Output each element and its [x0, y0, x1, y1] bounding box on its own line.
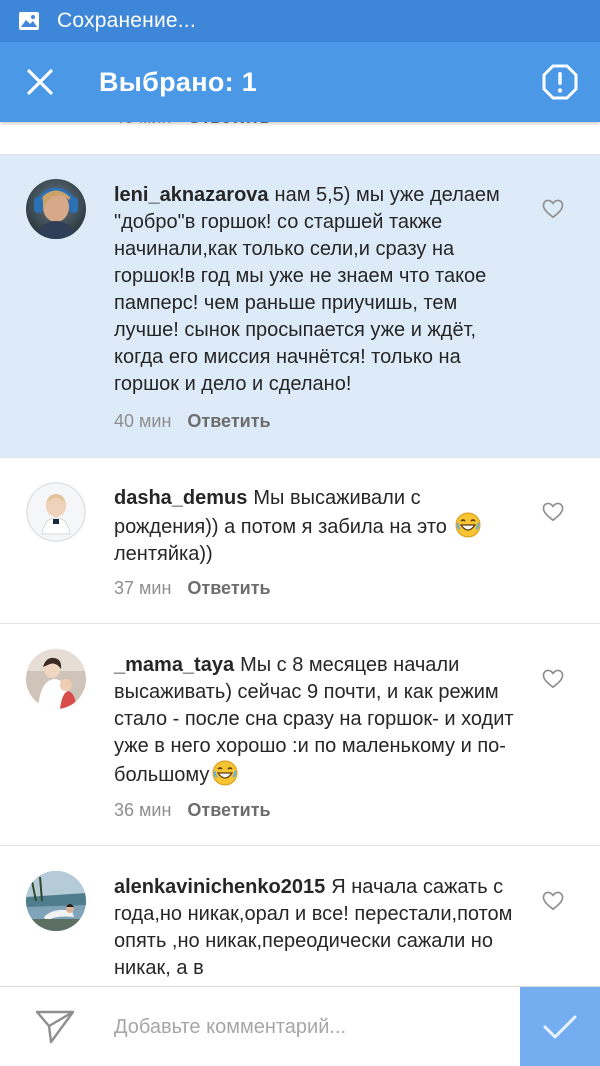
status-text: Сохранение... [57, 9, 196, 32]
comment-item-selected[interactable]: leni_aknazarova нам 5,5) мы уже делаем "д… [0, 155, 600, 458]
comment-time: 40 мин [114, 411, 172, 431]
status-bar: Сохранение... [0, 0, 600, 42]
comment-time: 37 мин [114, 578, 172, 598]
comment-username[interactable]: leni_aknazarova [114, 184, 269, 206]
like-heart-icon[interactable] [542, 669, 564, 689]
comment-username[interactable]: dasha_demus [114, 487, 247, 509]
comment-item[interactable]: _mama_taya Мы с 8 месяцев начали высажива… [0, 625, 600, 846]
comment-list[interactable]: 40 мин Ответить [0, 0, 600, 1066]
comments-screen: 40 мин Ответить [0, 0, 600, 1066]
comment-text: dasha_demus Мы высаживали с рождения)) а … [114, 485, 516, 568]
comment-text: alenkavinichenko2015 Я начала сажать с го… [114, 874, 516, 982]
like-heart-icon[interactable] [542, 199, 564, 219]
close-button[interactable] [12, 54, 68, 110]
check-icon [543, 1015, 577, 1039]
comment-item[interactable]: dasha_demus Мы высаживали с рождения)) а … [0, 458, 600, 624]
laughing-emoji-icon [455, 512, 481, 538]
avatar[interactable] [26, 649, 86, 709]
comment-text: _mama_taya Мы с 8 месяцев начали высажива… [114, 652, 516, 789]
image-icon [19, 12, 39, 30]
close-icon [27, 69, 53, 95]
like-heart-icon[interactable] [542, 891, 564, 911]
comment-time: 36 мин [114, 800, 172, 820]
report-button[interactable] [540, 62, 580, 102]
reply-button[interactable]: Ответить [187, 411, 270, 432]
avatar[interactable] [26, 871, 86, 931]
avatar[interactable] [26, 179, 86, 239]
like-heart-icon[interactable] [542, 502, 564, 522]
comment-text: leni_aknazarova нам 5,5) мы уже делаем "д… [114, 182, 516, 398]
comment-message: нам 5,5) мы уже делаем "добро"в горшок! … [114, 184, 500, 395]
report-icon [542, 64, 578, 100]
comment-message-continued: лентяйка)) [114, 543, 213, 565]
laughing-emoji-icon [212, 760, 238, 786]
action-bar: Выбрано: 1 [0, 42, 600, 122]
avatar[interactable] [26, 482, 86, 542]
comment-input[interactable] [114, 1007, 504, 1047]
send-button[interactable] [520, 987, 600, 1066]
comment-meta: 37 мин Ответить [114, 578, 271, 599]
selection-title: Выбрано: 1 [99, 66, 258, 97]
comment-meta: 36 мин Ответить [114, 800, 271, 821]
comment-username[interactable]: _mama_taya [114, 654, 234, 676]
direct-send-icon[interactable] [34, 1007, 76, 1047]
comment-meta: 40 мин Ответить [114, 411, 271, 432]
reply-button[interactable]: Ответить [187, 800, 270, 821]
comment-composer [0, 986, 600, 1066]
comment-username[interactable]: alenkavinichenko2015 [114, 876, 325, 898]
reply-button[interactable]: Ответить [187, 578, 270, 599]
